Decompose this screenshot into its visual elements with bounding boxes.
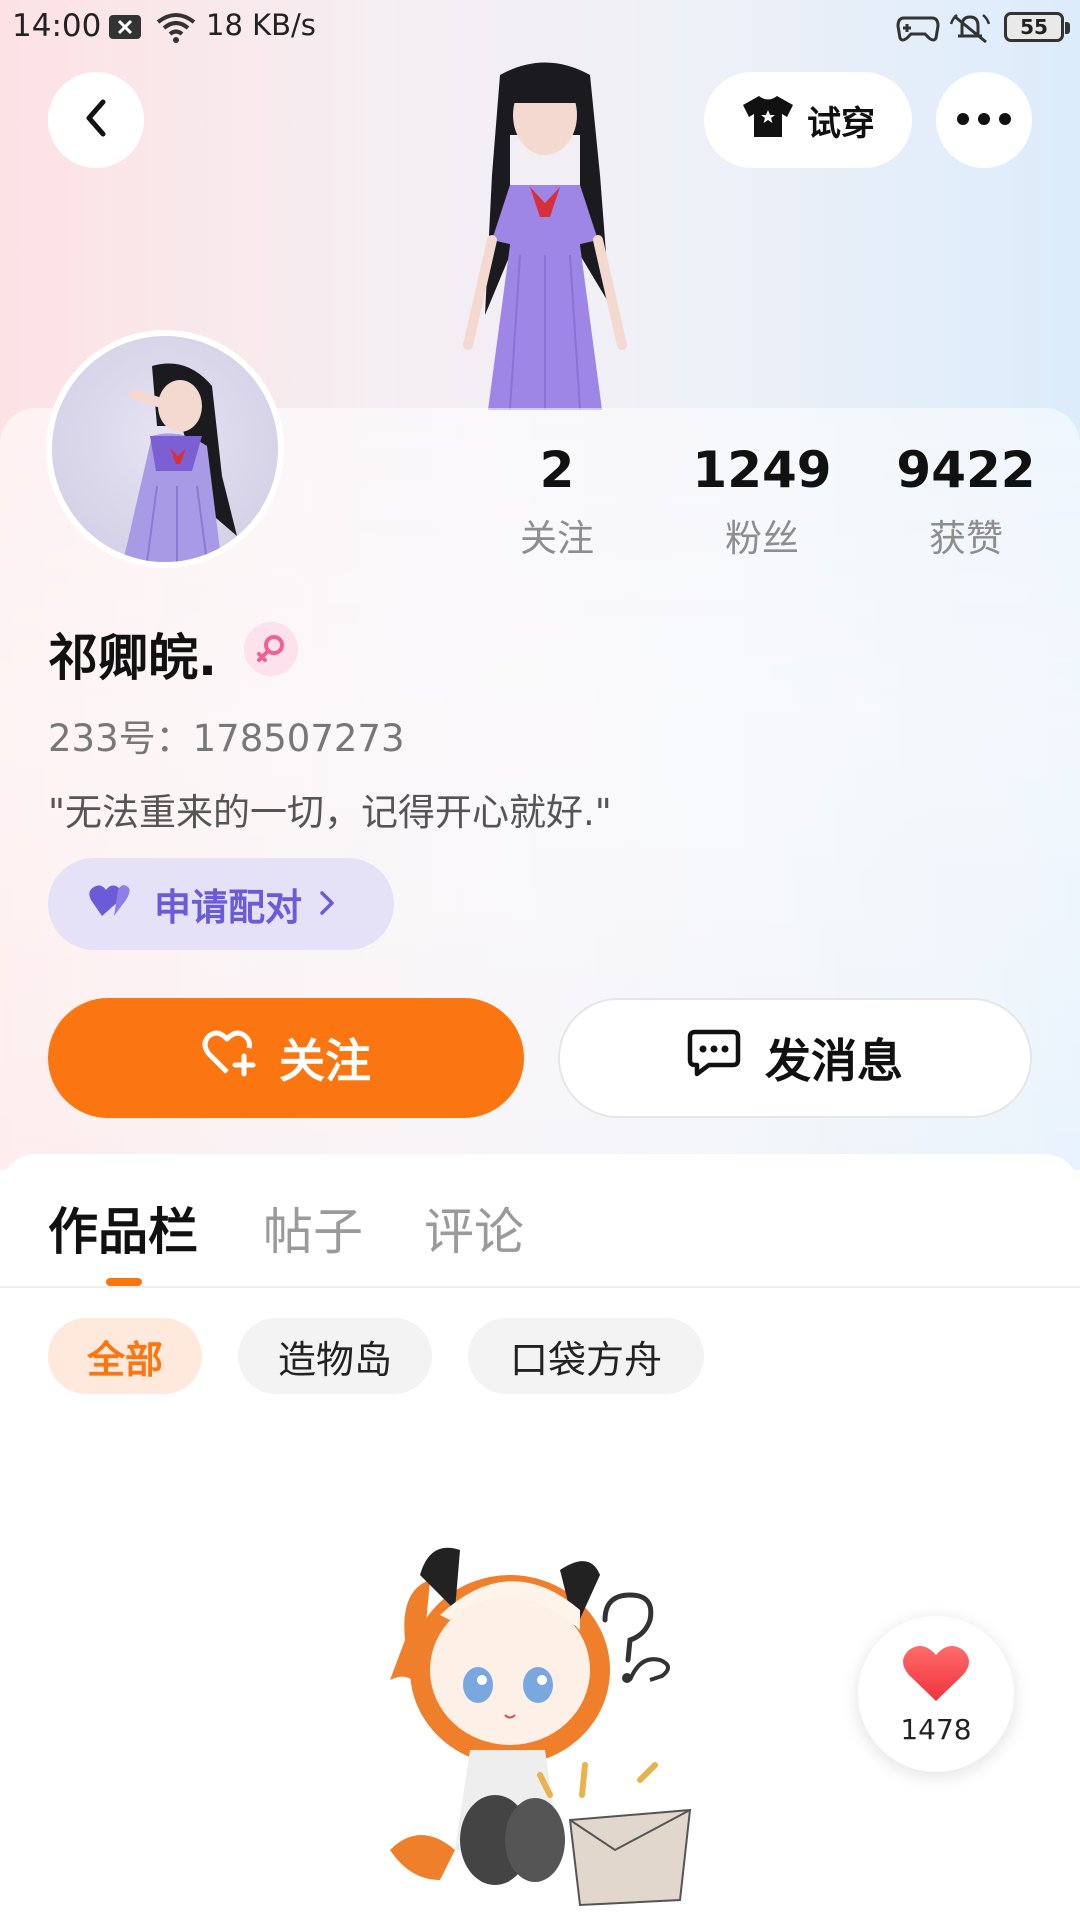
stat-following-value: 2 xyxy=(539,441,575,499)
network-speed: 18 KB/s xyxy=(206,8,316,42)
apply-pair-label: 申请配对 xyxy=(154,886,302,929)
heart-icon xyxy=(901,1643,971,1709)
user-bio: "无法重来的一切，记得开心就好." xyxy=(48,791,612,834)
notification-icon xyxy=(108,12,142,46)
follow-label: 关注 xyxy=(279,1034,371,1088)
filter-chip-pocket-ark[interactable]: 口袋方舟 xyxy=(468,1318,704,1394)
tab-posts[interactable]: 帖子 xyxy=(263,1192,363,1264)
filter-chip-creation-island[interactable]: 造物岛 xyxy=(238,1318,432,1394)
send-message-button[interactable]: 发消息 xyxy=(558,998,1032,1118)
stat-likes[interactable]: 9422 获赞 xyxy=(876,440,1056,562)
game-controller-icon xyxy=(896,12,940,48)
chevron-left-icon xyxy=(81,98,111,142)
empty-state-illustration xyxy=(360,1520,760,1920)
chat-bubble-icon xyxy=(687,1028,741,1089)
send-message-label: 发消息 xyxy=(765,1034,903,1088)
stat-likes-value: 9422 xyxy=(896,441,1036,499)
heart-plus-icon xyxy=(201,1028,257,1089)
status-bar: 14:00 18 KB/s 55 xyxy=(0,0,1080,54)
tab-comments[interactable]: 评论 xyxy=(424,1192,524,1264)
apply-pair-button[interactable]: 申请配对 xyxy=(48,858,394,950)
mute-bell-icon xyxy=(949,12,991,50)
avatar-3d-character xyxy=(430,55,660,411)
stat-fans-label: 粉丝 xyxy=(725,517,799,560)
avatar[interactable] xyxy=(46,330,284,568)
filter-chip-all[interactable]: 全部 xyxy=(48,1318,202,1394)
female-gender-icon xyxy=(244,622,298,676)
more-options-button[interactable] xyxy=(936,72,1032,168)
user-name: 祁卿皖. xyxy=(48,629,217,687)
active-tab-indicator xyxy=(106,1278,142,1286)
shirt-icon xyxy=(741,93,795,148)
like-count: 1478 xyxy=(900,1712,972,1746)
chevron-right-icon xyxy=(318,883,336,926)
user-id: 233号：178507273 xyxy=(48,717,405,760)
stat-following[interactable]: 2 关注 xyxy=(467,440,647,562)
stat-fans[interactable]: 1249 粉丝 xyxy=(672,440,852,562)
follow-button[interactable]: 关注 xyxy=(48,998,524,1118)
more-dots-icon xyxy=(956,111,1012,130)
battery-indicator: 55 xyxy=(1004,12,1070,42)
back-button[interactable] xyxy=(48,72,144,168)
status-time: 14:00 xyxy=(12,8,102,44)
try-on-label: 试穿 xyxy=(807,103,875,144)
try-on-button[interactable]: 试穿 xyxy=(704,72,912,168)
tab-works[interactable]: 作品栏 xyxy=(48,1192,198,1264)
content-tabs: 作品栏 帖子 评论 xyxy=(0,1154,1080,1288)
stat-likes-label: 获赞 xyxy=(929,517,1003,560)
double-heart-icon xyxy=(88,882,138,927)
stat-following-label: 关注 xyxy=(520,517,594,560)
wifi-icon xyxy=(156,12,196,48)
stat-fans-value: 1249 xyxy=(692,441,832,499)
floating-like-button[interactable]: 1478 xyxy=(858,1616,1014,1772)
